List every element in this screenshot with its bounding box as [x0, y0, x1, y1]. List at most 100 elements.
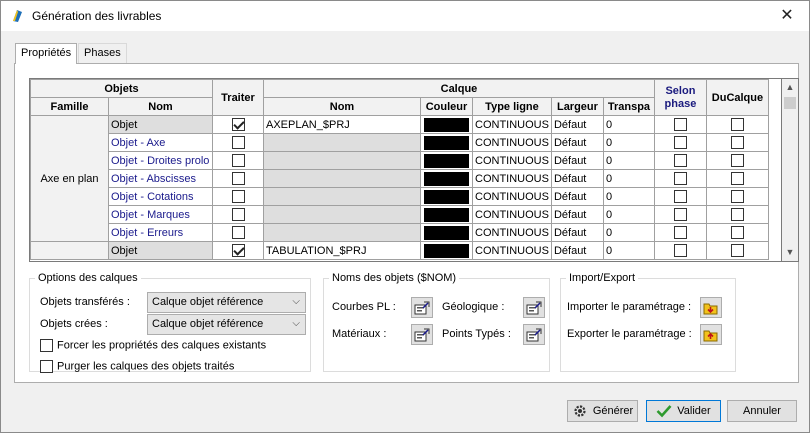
- calque-nom-cell[interactable]: [263, 169, 421, 188]
- nom-cell[interactable]: Objet - Axe: [108, 133, 213, 152]
- transparence-cell[interactable]: 0: [602, 187, 655, 206]
- couleur-cell[interactable]: [420, 151, 473, 170]
- selon-phase-cell[interactable]: [653, 169, 707, 188]
- courbes-pl-button[interactable]: [411, 297, 433, 318]
- scroll-up-icon[interactable]: ▲: [782, 79, 798, 96]
- table-row[interactable]: Objet - Droites prolo CONTINUOUS Défaut 0: [31, 151, 769, 170]
- ducalque-checkbox[interactable]: [730, 154, 744, 167]
- type-ligne-cell[interactable]: CONTINUOUS: [472, 169, 552, 188]
- objets-transferes-select[interactable]: Calque objet référence ⌵: [147, 292, 306, 313]
- calque-nom-cell[interactable]: [263, 223, 421, 242]
- largeur-cell[interactable]: Défaut: [550, 205, 604, 224]
- largeur-cell[interactable]: Défaut: [550, 187, 604, 206]
- ducalque-checkbox[interactable]: [730, 226, 744, 239]
- forcer-checkbox[interactable]: [40, 339, 53, 352]
- ducalque-cell[interactable]: [705, 187, 769, 206]
- selon-phase-checkbox[interactable]: [673, 190, 687, 203]
- ducalque-checkbox[interactable]: [730, 118, 744, 131]
- nom-cell[interactable]: Objet - Abscisses: [108, 169, 213, 188]
- tab-phases[interactable]: Phases: [78, 43, 127, 63]
- nom-cell[interactable]: Objet: [108, 115, 213, 134]
- ducalque-checkbox[interactable]: [730, 136, 744, 149]
- ducalque-cell[interactable]: [705, 115, 769, 134]
- selon-phase-checkbox[interactable]: [673, 172, 687, 185]
- ducalque-cell[interactable]: [705, 241, 769, 260]
- ducalque-cell[interactable]: [705, 169, 769, 188]
- geologique-button[interactable]: [523, 297, 545, 318]
- largeur-cell[interactable]: Défaut: [550, 169, 604, 188]
- ducalque-cell[interactable]: [705, 133, 769, 152]
- ducalque-checkbox[interactable]: [730, 190, 744, 203]
- selon-phase-checkbox[interactable]: [673, 118, 687, 131]
- selon-phase-checkbox[interactable]: [673, 244, 687, 257]
- transparence-cell[interactable]: 0: [602, 115, 655, 134]
- traiter-cell[interactable]: [212, 223, 264, 242]
- couleur-cell[interactable]: [420, 223, 473, 242]
- traiter-checkbox[interactable]: [231, 154, 245, 167]
- type-ligne-cell[interactable]: CONTINUOUS: [472, 223, 552, 242]
- couleur-cell[interactable]: [420, 169, 473, 188]
- scroll-thumb[interactable]: [784, 97, 796, 109]
- couleur-cell[interactable]: [420, 115, 473, 134]
- largeur-cell[interactable]: Défaut: [550, 223, 604, 242]
- traiter-checkbox[interactable]: [231, 226, 245, 239]
- type-ligne-cell[interactable]: CONTINUOUS: [472, 115, 552, 134]
- points-types-button[interactable]: [523, 324, 545, 345]
- nom-cell[interactable]: Objet: [108, 241, 213, 260]
- calque-nom-cell[interactable]: AXEPLAN_$PRJ: [263, 115, 421, 134]
- selon-phase-cell[interactable]: [653, 151, 707, 170]
- ducalque-cell[interactable]: [705, 223, 769, 242]
- table-row[interactable]: Objet TABULATION_$PRJ CONTINUOUS Défaut 0: [30, 241, 769, 260]
- ducalque-cell[interactable]: [705, 205, 769, 224]
- selon-phase-checkbox[interactable]: [673, 226, 687, 239]
- couleur-cell[interactable]: [420, 187, 473, 206]
- materiaux-button[interactable]: [411, 324, 433, 345]
- traiter-cell[interactable]: [212, 241, 264, 260]
- valider-button[interactable]: Valider: [646, 400, 721, 422]
- importer-button[interactable]: [700, 297, 722, 318]
- ducalque-checkbox[interactable]: [730, 208, 744, 221]
- annuler-button[interactable]: Annuler: [727, 400, 797, 422]
- ducalque-checkbox[interactable]: [730, 244, 744, 257]
- ducalque-cell[interactable]: [705, 151, 769, 170]
- type-ligne-cell[interactable]: CONTINUOUS: [472, 205, 552, 224]
- calque-nom-cell[interactable]: [263, 151, 421, 170]
- transparence-cell[interactable]: 0: [602, 151, 655, 170]
- couleur-cell[interactable]: [420, 133, 473, 152]
- transparence-cell[interactable]: 0: [602, 133, 655, 152]
- table-row[interactable]: Objet - Abscisses CONTINUOUS Défaut 0: [31, 169, 769, 188]
- exporter-button[interactable]: [700, 324, 722, 345]
- type-ligne-cell[interactable]: CONTINUOUS: [472, 241, 552, 260]
- scroll-down-icon[interactable]: ▼: [782, 244, 798, 261]
- largeur-cell[interactable]: Défaut: [550, 133, 604, 152]
- transparence-cell[interactable]: 0: [602, 241, 655, 260]
- selon-phase-cell[interactable]: [653, 115, 707, 134]
- purger-checkbox-row[interactable]: Purger les calques des objets traités: [40, 360, 234, 373]
- traiter-cell[interactable]: [212, 151, 264, 170]
- purger-checkbox[interactable]: [40, 360, 53, 373]
- traiter-cell[interactable]: [212, 133, 264, 152]
- transparence-cell[interactable]: 0: [602, 223, 655, 242]
- type-ligne-cell[interactable]: CONTINUOUS: [472, 187, 552, 206]
- close-button[interactable]: ✕: [765, 1, 809, 31]
- table-row[interactable]: Objet - Axe CONTINUOUS Défaut 0: [31, 133, 769, 152]
- couleur-cell[interactable]: [420, 241, 473, 260]
- traiter-checkbox[interactable]: [231, 136, 245, 149]
- traiter-checkbox[interactable]: [231, 190, 245, 203]
- selon-phase-checkbox[interactable]: [673, 154, 687, 167]
- couleur-cell[interactable]: [420, 205, 473, 224]
- calque-nom-cell[interactable]: TABULATION_$PRJ: [263, 241, 421, 260]
- generer-button[interactable]: Générer: [567, 400, 638, 422]
- largeur-cell[interactable]: Défaut: [550, 151, 604, 170]
- table-row[interactable]: Objet - Erreurs CONTINUOUS Défaut 0: [31, 223, 769, 242]
- tab-proprietes[interactable]: Propriétés: [15, 43, 78, 64]
- type-ligne-cell[interactable]: CONTINUOUS: [472, 133, 552, 152]
- transparence-cell[interactable]: 0: [602, 205, 655, 224]
- type-ligne-cell[interactable]: CONTINUOUS: [472, 151, 552, 170]
- traiter-cell[interactable]: [212, 205, 264, 224]
- traiter-checkbox[interactable]: [231, 208, 245, 221]
- calque-nom-cell[interactable]: [263, 133, 421, 152]
- selon-phase-cell[interactable]: [653, 241, 707, 260]
- forcer-checkbox-row[interactable]: Forcer les propriétés des calques exista…: [40, 339, 266, 352]
- nom-cell[interactable]: Objet - Marques: [108, 205, 213, 224]
